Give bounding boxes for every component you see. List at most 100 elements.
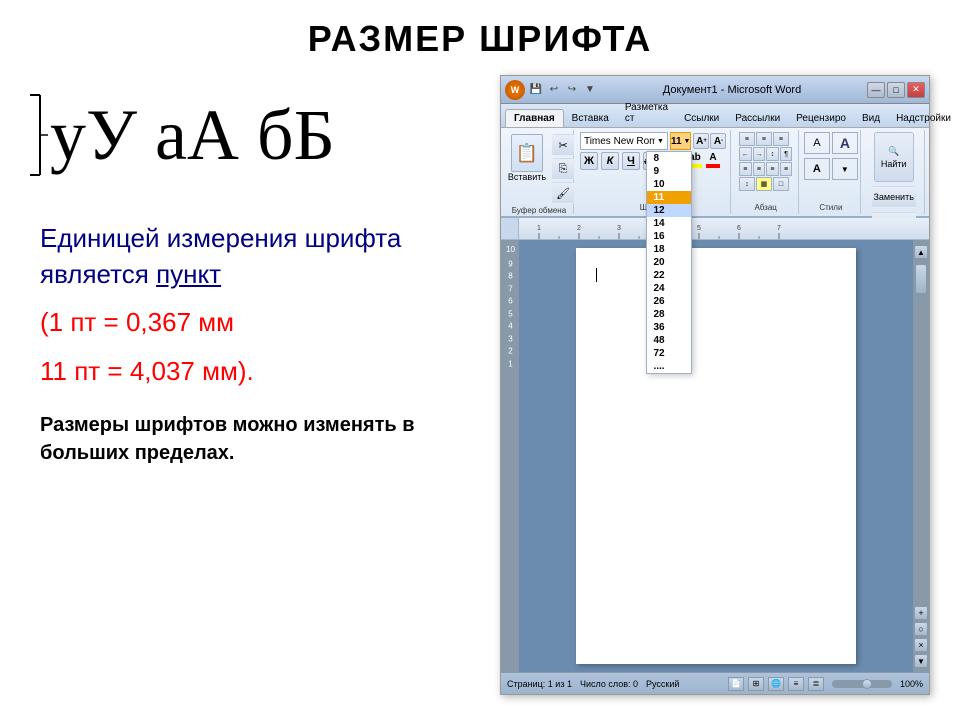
indent-button[interactable]: → xyxy=(753,147,766,161)
scroll-down-button[interactable]: ▼ xyxy=(914,654,928,668)
web-view-button[interactable]: 🌐 xyxy=(768,677,784,691)
paragraph-group: ≡ ≡ ≡ ← → ↕ ¶ ≡ xyxy=(733,130,799,214)
maximize-button[interactable]: □ xyxy=(887,82,905,98)
sort-button[interactable]: ↕ xyxy=(766,147,779,161)
multilevel-button[interactable]: ≡ xyxy=(773,132,789,146)
size-12[interactable]: 12 xyxy=(647,204,691,217)
page-info: Страниц: 1 из 1 xyxy=(507,679,572,689)
style-expand[interactable]: ▼ xyxy=(832,158,858,180)
font-color-button[interactable]: A xyxy=(705,152,721,170)
tab-references[interactable]: Ссылки xyxy=(676,110,727,127)
copy-button[interactable]: ⎘ xyxy=(552,158,574,180)
style-heading1[interactable]: А xyxy=(832,132,858,154)
tab-addins[interactable]: Надстройки xyxy=(888,110,959,127)
page-title: РАЗМЕР ШРИФТА xyxy=(308,18,653,60)
undo-icon[interactable]: ↩ xyxy=(547,83,561,97)
para-row4: ↕ ▦ □ xyxy=(739,177,792,191)
size-22[interactable]: 22 xyxy=(647,269,691,282)
size-9[interactable]: 9 xyxy=(647,165,691,178)
scroll-up-button[interactable]: ▲ xyxy=(914,245,928,259)
numbering-button[interactable]: ≡ xyxy=(756,132,772,146)
office-button[interactable]: W xyxy=(505,80,525,100)
vertical-scrollbar[interactable]: ▲ + ○ × ▼ xyxy=(913,240,929,672)
tab-view[interactable]: Вид xyxy=(854,110,888,127)
clipboard-content: 📋 Вставить ✂ ⎘ 🖌 xyxy=(504,132,574,204)
tab-review[interactable]: Рецензиро xyxy=(788,110,854,127)
size-8[interactable]: 8 xyxy=(647,152,691,165)
editing-group: 🔍 Найти Заменить Выделить Редактирование xyxy=(863,130,925,214)
grow-font-button[interactable]: A+ xyxy=(693,133,709,149)
page-down-icon[interactable]: × xyxy=(914,638,928,652)
size-72[interactable]: 72 xyxy=(647,347,691,360)
size-10[interactable]: 10 xyxy=(647,178,691,191)
zoom-out-icon[interactable]: ○ xyxy=(914,622,928,636)
font-size-dropdown-arrow[interactable]: ▼ xyxy=(684,138,691,145)
style-heading2[interactable]: А xyxy=(804,158,830,180)
font-size-box[interactable]: 11 ▼ 8 9 10 11 12 14 xyxy=(670,132,692,150)
align-center-button[interactable]: ≡ xyxy=(753,162,766,176)
size-more[interactable]: .... xyxy=(647,360,691,373)
find-label: Найти xyxy=(881,159,907,169)
line-spacing-button[interactable]: ↕ xyxy=(739,177,755,191)
show-marks-button[interactable]: ¶ xyxy=(780,147,793,161)
size-28[interactable]: 28 xyxy=(647,308,691,321)
outline-button[interactable]: ≡ xyxy=(788,677,804,691)
page-num-3: 8 xyxy=(508,272,512,281)
full-screen-button[interactable]: ⊞ xyxy=(748,677,764,691)
cut-button[interactable]: ✂ xyxy=(552,134,574,156)
minimize-button[interactable]: — xyxy=(867,82,885,98)
size-11[interactable]: 11 xyxy=(647,191,691,204)
draft-button[interactable]: ≣ xyxy=(808,677,824,691)
page-num-1: 10 xyxy=(506,245,515,254)
size-14[interactable]: 14 xyxy=(647,217,691,230)
doc-content-area[interactable] xyxy=(519,240,913,672)
svg-text:3: 3 xyxy=(617,225,621,232)
redo-icon[interactable]: ↪ xyxy=(565,83,579,97)
font-name-box[interactable]: Times New Roman ▼ xyxy=(580,132,668,150)
size-24[interactable]: 24 xyxy=(647,282,691,295)
shrink-font-button[interactable]: A- xyxy=(710,133,726,149)
size-48[interactable]: 48 xyxy=(647,334,691,347)
tab-home[interactable]: Главная xyxy=(505,109,564,127)
size-36[interactable]: 36 xyxy=(647,321,691,334)
title-bar-title: Документ1 - Microsoft Word xyxy=(663,84,801,96)
doc-page[interactable] xyxy=(576,248,856,664)
tab-insert[interactable]: Вставка xyxy=(564,110,617,127)
scroll-thumb[interactable] xyxy=(915,264,927,294)
page-num-5: 6 xyxy=(508,297,512,306)
para-row1: ≡ ≡ ≡ xyxy=(739,132,792,146)
align-right-button[interactable]: ≡ xyxy=(766,162,779,176)
font-name-dropdown-arrow[interactable]: ▼ xyxy=(657,138,664,145)
close-button[interactable]: ✕ xyxy=(907,82,925,98)
justify-button[interactable]: ≡ xyxy=(780,162,793,176)
border-button[interactable]: □ xyxy=(773,177,789,191)
replace-button[interactable]: Заменить xyxy=(872,186,916,208)
save-icon[interactable]: 💾 xyxy=(529,83,543,97)
style-normal[interactable]: А xyxy=(804,132,830,154)
italic-button[interactable]: К xyxy=(601,152,619,170)
dropdown-arrow-icon[interactable]: ▼ xyxy=(583,83,597,97)
info-formula-line1: (1 пт = 0,367 мм xyxy=(40,303,480,342)
format-painter-button[interactable]: 🖌 xyxy=(552,182,574,204)
size-20[interactable]: 20 xyxy=(647,256,691,269)
tab-page-layout[interactable]: Разметка ст xyxy=(617,99,676,127)
paste-button[interactable]: 📋 Вставить xyxy=(504,132,550,184)
align-left-button[interactable]: ≡ xyxy=(739,162,752,176)
para-row3: ≡ ≡ ≡ ≡ xyxy=(739,162,792,176)
find-button[interactable]: 🔍 Найти xyxy=(874,132,914,182)
word-window: W 💾 ↩ ↪ ▼ Документ1 - Microsoft Word — □… xyxy=(500,75,930,695)
shading-button[interactable]: ▦ xyxy=(756,177,772,191)
size-26[interactable]: 26 xyxy=(647,295,691,308)
outdent-button[interactable]: ← xyxy=(739,147,752,161)
size-18[interactable]: 18 xyxy=(647,243,691,256)
underline-button[interactable]: Ч xyxy=(622,152,640,170)
zoom-thumb[interactable] xyxy=(862,679,872,689)
right-side: W 💾 ↩ ↪ ▼ Документ1 - Microsoft Word — □… xyxy=(480,70,960,710)
size-16[interactable]: 16 xyxy=(647,230,691,243)
print-view-button[interactable]: 📄 xyxy=(728,677,744,691)
tab-mailings[interactable]: Рассылки xyxy=(727,110,788,127)
bold-button[interactable]: Ж xyxy=(580,152,598,170)
bullets-button[interactable]: ≡ xyxy=(739,132,755,146)
zoom-slider[interactable] xyxy=(832,680,892,688)
zoom-in-icon[interactable]: + xyxy=(914,606,928,620)
